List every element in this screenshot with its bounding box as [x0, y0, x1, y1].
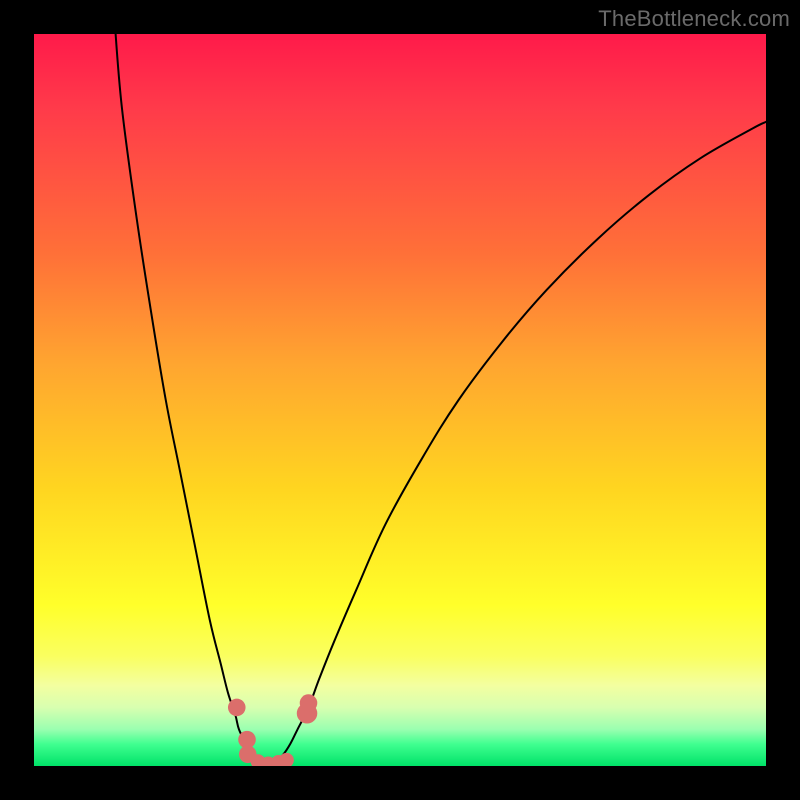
curve-right-branch — [268, 122, 766, 765]
data-marker — [279, 753, 294, 766]
data-marker — [228, 699, 246, 717]
watermark-text: TheBottleneck.com — [598, 6, 790, 32]
data-marker — [300, 694, 318, 712]
plot-area — [34, 34, 766, 766]
chart-frame: TheBottleneck.com — [0, 0, 800, 800]
bottleneck-curve — [34, 34, 766, 766]
curve-left-branch — [115, 34, 269, 765]
